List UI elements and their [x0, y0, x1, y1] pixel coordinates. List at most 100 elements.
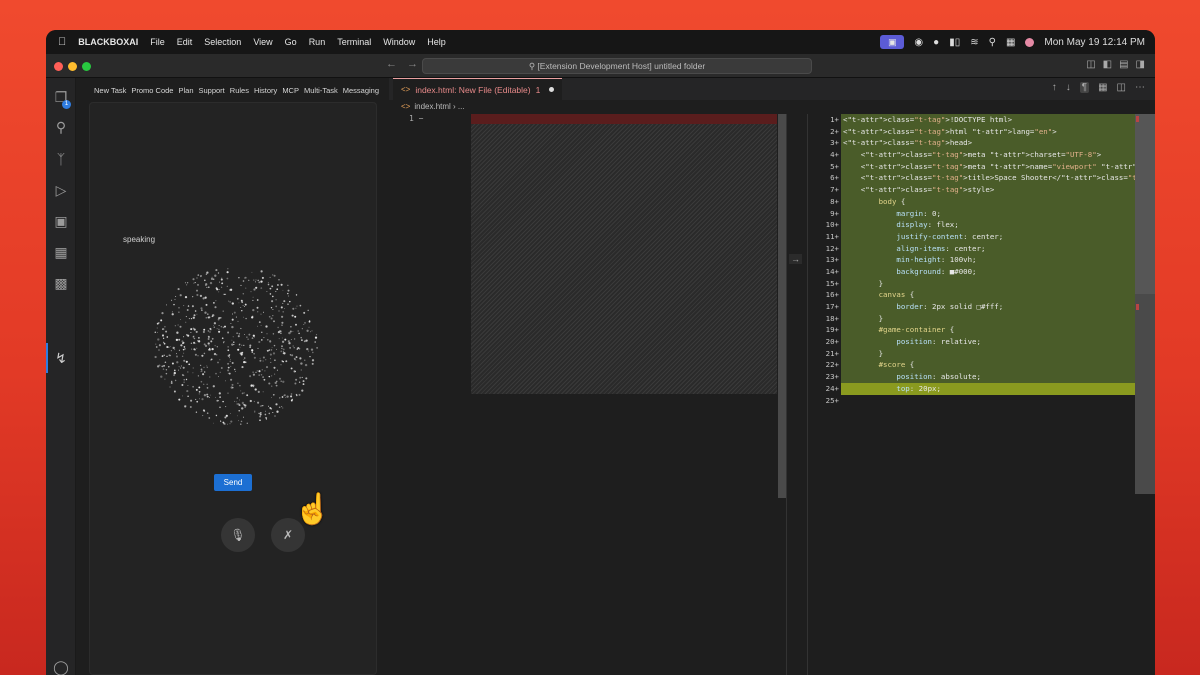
tab-messaging[interactable]: Messaging	[343, 86, 379, 95]
voice-particle	[174, 379, 177, 382]
minimize-window-button[interactable]	[68, 62, 77, 71]
user-circle-icon[interactable]: ●	[933, 37, 939, 48]
battery-icon[interactable]: ▮▯	[949, 37, 960, 48]
menu-edit[interactable]: Edit	[177, 37, 193, 47]
code-line[interactable]: 23+ position: absolute;	[808, 371, 1155, 383]
menu-view[interactable]: View	[253, 37, 272, 47]
voice-particle	[278, 279, 280, 281]
tab-promo-code[interactable]: Promo Code	[131, 86, 173, 95]
zoom-window-button[interactable]	[82, 62, 91, 71]
remote-explorer-icon[interactable]: ▣	[52, 212, 70, 230]
search-icon[interactable]: ⚲	[52, 118, 70, 136]
code-line[interactable]: 18+ }	[808, 312, 1155, 325]
customize-layout-icon[interactable]: ◫	[1086, 59, 1095, 70]
menu-help[interactable]: Help	[427, 37, 446, 47]
code-line[interactable]: 6+ <"t-attr">class="t-tag">title>Space S…	[808, 172, 1155, 185]
tab-plan[interactable]: Plan	[178, 86, 193, 95]
source-control-icon[interactable]: ᛉ	[52, 150, 70, 168]
screen-share-icon[interactable]: ▣	[880, 35, 905, 49]
spotlight-search-icon[interactable]: ⚲	[989, 37, 996, 48]
editor-tab-index-html[interactable]: <> index.html: New File (Editable) 1	[393, 78, 563, 100]
previous-change-icon[interactable]: ↑	[1052, 82, 1057, 93]
run-debug-icon[interactable]: ▷	[52, 181, 70, 199]
code-line[interactable]: 13+ min-height: 100vh;	[808, 254, 1155, 266]
split-editor-icon[interactable]: ◫	[1117, 82, 1126, 93]
code-line[interactable]: 4+ <"t-attr">class="t-tag">meta "t-attr"…	[808, 149, 1155, 161]
code-line[interactable]: 11+ justify-content: center;	[808, 230, 1155, 243]
code-line[interactable]: 15+ }	[808, 277, 1155, 290]
voice-particle	[191, 348, 193, 350]
unsaved-dot-icon[interactable]	[549, 87, 555, 92]
menubar-clock[interactable]: Mon May 19 12:14 PM	[1044, 37, 1145, 48]
control-center-icon[interactable]: ▦	[1006, 37, 1015, 48]
voice-particle	[195, 343, 197, 344]
code-line[interactable]: 19+ #game-container {	[808, 324, 1155, 337]
blackbox-ai-icon[interactable]: ↯	[52, 349, 70, 367]
code-line[interactable]: 10+ display: flex;	[808, 219, 1155, 231]
voice-particle	[196, 289, 198, 292]
chat-icon[interactable]: ▩	[52, 274, 70, 292]
toggle-sidebar-icon[interactable]: ◧	[1103, 59, 1112, 70]
breadcrumb-file[interactable]: index.html	[414, 102, 450, 111]
menu-go[interactable]: Go	[285, 37, 297, 47]
voice-particle	[302, 383, 305, 386]
tab-support[interactable]: Support	[199, 86, 225, 95]
voice-particle	[291, 354, 294, 357]
more-actions-icon[interactable]: ⋯	[1135, 82, 1145, 93]
code-line[interactable]: 14+ background: ■#000;	[808, 265, 1155, 278]
menu-terminal[interactable]: Terminal	[337, 37, 371, 47]
scrollbar-thumb[interactable]	[1135, 114, 1155, 294]
toggle-secondary-sidebar-icon[interactable]: ◨	[1136, 59, 1145, 70]
tab-multi-task[interactable]: Multi-Task	[304, 86, 338, 95]
code-line[interactable]: 9+ margin: 0;	[808, 207, 1155, 220]
wifi-icon[interactable]: ≋	[970, 37, 978, 48]
tab-rules[interactable]: Rules	[230, 86, 249, 95]
voice-particle	[300, 362, 303, 365]
siri-icon[interactable]	[1025, 37, 1035, 47]
tab-history[interactable]: History	[254, 86, 277, 95]
voice-particle	[173, 371, 176, 375]
show-whitespace-icon[interactable]: ¶	[1079, 82, 1090, 93]
voice-particle	[301, 339, 303, 341]
code-line[interactable]: 25+	[808, 395, 1155, 407]
close-window-button[interactable]	[54, 62, 63, 71]
menu-app-name[interactable]: BLACKBOXAI	[78, 37, 138, 47]
original-scrollbar[interactable]	[778, 114, 786, 498]
next-change-icon[interactable]: ↓	[1066, 82, 1071, 93]
menu-run[interactable]: Run	[309, 37, 326, 47]
code-line[interactable]: 21+ }	[808, 347, 1155, 360]
code-line[interactable]: 5+ <"t-attr">class="t-tag">meta "t-attr"…	[808, 160, 1155, 173]
microphone-button[interactable]: 🎙	[221, 518, 255, 552]
breadcrumb-more[interactable]: › ...	[453, 102, 465, 111]
code-line[interactable]: 12+ align-items: center;	[808, 242, 1155, 255]
code-line[interactable]: 7+ <"t-attr">class="t-tag">style>	[808, 184, 1155, 196]
code-line[interactable]: 8+ body {	[808, 195, 1155, 208]
menu-selection[interactable]: Selection	[204, 37, 241, 47]
open-changes-icon[interactable]: ▦	[1098, 82, 1107, 93]
record-icon[interactable]: ◉	[914, 37, 923, 48]
code-line[interactable]: 16+ canvas {	[808, 289, 1155, 301]
voice-particle	[223, 422, 226, 425]
voice-particle	[228, 300, 230, 302]
extensions-icon[interactable]: ▦	[52, 243, 70, 261]
revert-arrow-icon[interactable]: →	[789, 254, 802, 264]
code-line[interactable]: 22+ #score {	[808, 359, 1155, 372]
tab-mcp[interactable]: MCP	[282, 86, 299, 95]
menu-file[interactable]: File	[150, 37, 165, 47]
voice-particle	[238, 302, 240, 304]
back-arrow-icon[interactable]: ←	[386, 58, 397, 70]
send-button[interactable]: Send	[214, 474, 252, 491]
code-line[interactable]: 1+ <"t-attr">class="t-tag">!DOCTYPE html>	[808, 114, 1155, 126]
accounts-icon[interactable]: ◯	[52, 658, 70, 675]
code-line[interactable]: 3+ <"t-attr">class="t-tag">head>	[808, 137, 1155, 150]
apple-icon[interactable]: 	[58, 36, 66, 48]
code-line[interactable]: 24+ top: 20px;	[808, 382, 1155, 395]
code-line[interactable]: 2+ <"t-attr">class="t-tag">html "t-attr">…	[808, 125, 1155, 138]
command-center[interactable]: ⚲ [Extension Development Host] untitled …	[422, 58, 812, 74]
toggle-panel-icon[interactable]: ▤	[1119, 59, 1128, 70]
forward-arrow-icon[interactable]: →	[407, 58, 418, 70]
tab-new-task[interactable]: New Task	[94, 86, 126, 95]
menu-window[interactable]: Window	[383, 37, 415, 47]
code-line[interactable]: 20+ position: relative;	[808, 336, 1155, 348]
code-line[interactable]: 17+ border: 2px solid □#fff;	[808, 301, 1155, 313]
